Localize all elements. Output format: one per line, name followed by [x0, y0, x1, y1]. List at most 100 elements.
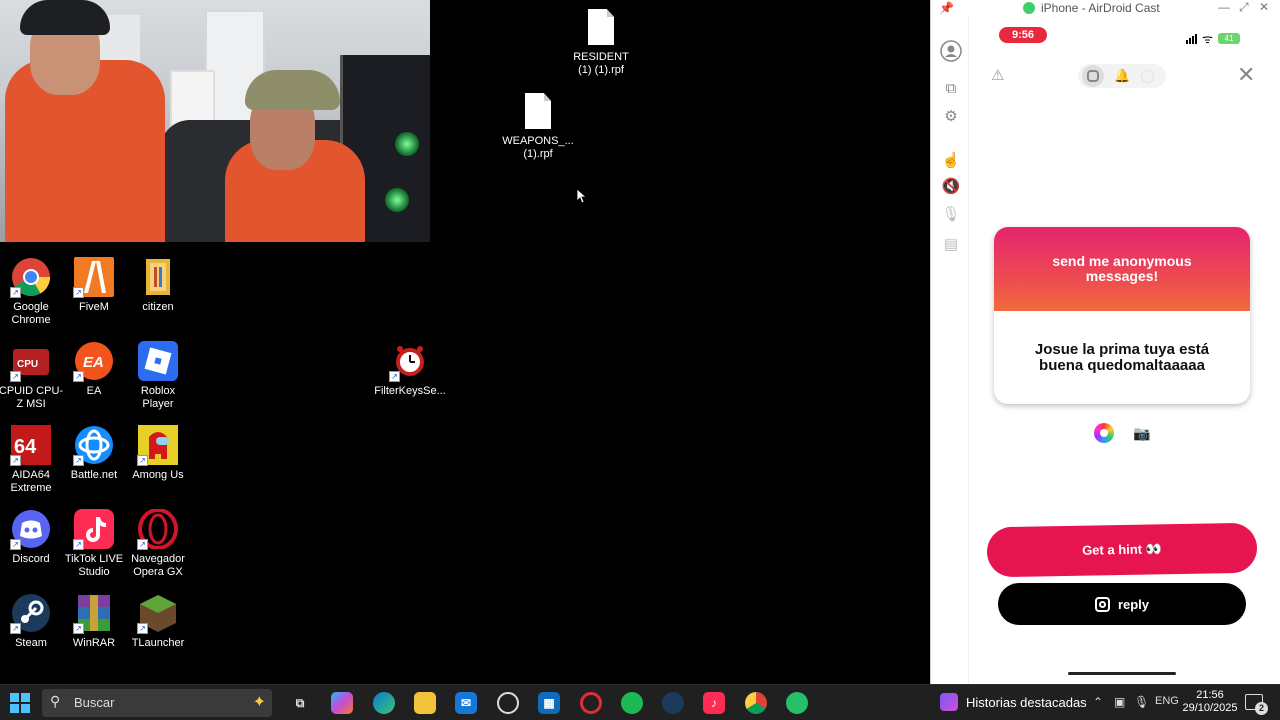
desktop-icon-ea[interactable]: EA ↗ EA [61, 340, 127, 398]
webcam-overlay [0, 0, 430, 242]
svg-text:CPU: CPU [17, 359, 38, 370]
copilot-icon[interactable] [331, 692, 353, 714]
widgets-label: Historias destacadas [966, 694, 1087, 710]
widgets-icon [940, 693, 958, 711]
file-icon [525, 93, 551, 129]
widgets-news[interactable]: Historias destacadas [940, 693, 1087, 711]
microphone-icon[interactable]: 🎙 [1134, 695, 1149, 709]
airdroid-logo-icon [1023, 2, 1035, 14]
windows-start-icon[interactable] [10, 693, 30, 713]
phone-status-icons: ᯤ 41 [1186, 30, 1240, 47]
shortcut-arrow-icon: ↗ [137, 455, 148, 466]
desktop-icon-opera-gx[interactable]: ↗ Navegador Opera GX [125, 508, 191, 579]
minimize-icon[interactable]: — [1218, 0, 1230, 14]
warning-icon[interactable]: ⚠ [991, 66, 1004, 84]
clock-time: 21:56 [1196, 689, 1224, 701]
desktop-icon-tlauncher[interactable]: ↗ TLauncher [125, 592, 191, 650]
shortcut-arrow-icon: ↗ [10, 455, 21, 466]
card-message: Josue la prima tuya está buena quedomalt… [1034, 340, 1210, 374]
shortcut-arrow-icon: ↗ [73, 539, 84, 550]
clock-date: 29/10/2025 [1182, 702, 1238, 714]
desktop-icon-fivem[interactable]: ↗ FiveM [61, 256, 127, 314]
user-profile-icon[interactable] [940, 40, 962, 62]
desktop-icon-google-chrome[interactable]: ↗ Google Chrome [0, 256, 64, 327]
shortcut-arrow-icon: ↗ [73, 371, 84, 382]
close-icon[interactable]: ✕ [1237, 62, 1255, 88]
roblox-icon [138, 341, 178, 381]
pc-fan [385, 188, 409, 212]
phone-time: 9:56 [999, 27, 1047, 43]
desktop-file-label: WEAPONS_... (1).rpf [502, 135, 574, 160]
settings-gear-icon[interactable]: ⚙ [940, 106, 962, 128]
shortcut-arrow-icon: ↗ [10, 287, 21, 298]
shortcut-arrow-icon: ↗ [73, 455, 84, 466]
chevron-up-icon[interactable]: ⌃ [1093, 695, 1103, 709]
mail-icon[interactable]: ✉ [455, 692, 477, 714]
task-view-icon[interactable]: ⧉ [289, 692, 311, 714]
phone-screen: 9:56 ᯤ 41 ⚠ 🔔 ◯ ✕ send me anonymous mess… [970, 16, 1280, 684]
shortcut-arrow-icon: ↗ [389, 371, 400, 382]
close-icon[interactable]: ✕ [1259, 0, 1269, 14]
tiktok-icon[interactable]: ♪ [703, 692, 725, 714]
person-right-cap [245, 70, 340, 110]
desktop-icon-roblox[interactable]: Roblox Player [125, 340, 191, 411]
opera-gx-icon[interactable] [580, 692, 602, 714]
file-transfer-icon[interactable]: ▤ [940, 234, 962, 256]
home-indicator[interactable] [1068, 672, 1176, 675]
clock-app-icon[interactable] [497, 692, 519, 714]
anonymous-message-card: send me anonymous messages! Josue la pri… [994, 227, 1250, 404]
notification-count: 2 [1255, 702, 1268, 715]
shortcut-arrow-icon: ↗ [137, 539, 148, 550]
microphone-muted-icon[interactable]: 🎙 [940, 204, 962, 226]
camera-icon[interactable]: 📷 [1133, 425, 1150, 442]
speaker-muted-icon[interactable]: 🔇 [940, 176, 962, 198]
window-titlebar[interactable]: 📌 iPhone - AirDroid Cast — ⤢ ✕ [931, 0, 1280, 16]
microsoft-store-icon[interactable]: ▦ [538, 692, 560, 714]
search-placeholder: Buscar [74, 695, 115, 710]
airdroid-icon[interactable] [786, 692, 808, 714]
steam-icon[interactable] [662, 692, 684, 714]
reply-button[interactable]: reply [998, 583, 1246, 625]
card-header: send me anonymous messages! [994, 227, 1250, 311]
notification-center-icon[interactable]: 2 [1245, 694, 1268, 715]
desktop-icon-battlenet[interactable]: ↗ Battle.net [61, 424, 127, 482]
pin-icon[interactable]: 📌 [939, 1, 954, 15]
taskbar-search[interactable]: ⚲ Buscar ✦ [42, 689, 272, 717]
window-title: iPhone - AirDroid Cast [1041, 1, 1160, 15]
desktop-icon-steam[interactable]: ↗ Steam [0, 592, 64, 650]
chrome-icon[interactable] [745, 692, 767, 714]
device-icon[interactable]: ▣ [1114, 695, 1125, 709]
desktop-file-weapons[interactable]: WEAPONS_... (1).rpf [502, 90, 574, 161]
desktop-icon-winrar[interactable]: ↗ WinRAR [61, 592, 127, 650]
spotify-icon[interactable] [621, 692, 643, 714]
desktop-icon-among-us[interactable]: ↗ Among Us [125, 424, 191, 482]
screen-record-icon[interactable]: ⧉ [940, 78, 962, 100]
copilot-sparkle-icon: ✦ [252, 694, 266, 711]
desktop-icon-filterkeys[interactable]: ↗ FilterKeysSe... [372, 340, 448, 398]
desktop-icon-discord[interactable]: ↗ Discord [0, 508, 64, 566]
edge-icon[interactable] [373, 692, 395, 714]
touch-control-icon[interactable]: ☝ [940, 150, 962, 172]
desktop-file-label: RESIDENT (1) (1).rpf [573, 51, 629, 76]
pc-fan [395, 132, 419, 156]
desktop: RESIDENT (1) (1).rpf WEAPONS_... (1).rpf… [0, 0, 930, 684]
instagram-icon[interactable] [1082, 65, 1104, 87]
desktop-icon-tiktok-live[interactable]: ↗ TikTok LIVE Studio [61, 508, 127, 579]
file-explorer-icon[interactable] [414, 692, 436, 714]
maximize-icon[interactable]: ⤢ [1239, 0, 1249, 15]
language-indicator[interactable]: ENG [1155, 695, 1179, 707]
desktop-icon-cpuz[interactable]: CPU ↗ CPUID CPU-Z MSI [0, 340, 64, 411]
taskbar-clock[interactable]: 21:56 29/10/2025 [1182, 689, 1238, 715]
shortcut-arrow-icon: ↗ [10, 539, 21, 550]
cellular-signal-icon [1186, 33, 1197, 44]
desktop-icon-citizen[interactable]: citizen [125, 256, 191, 314]
instagram-icon [1094, 596, 1110, 612]
get-hint-button[interactable]: Get a hint 👀 [986, 522, 1258, 578]
color-wheel-icon[interactable] [1094, 423, 1114, 443]
desktop-file-resident[interactable]: RESIDENT (1) (1).rpf [568, 6, 634, 77]
shortcut-arrow-icon: ↗ [10, 623, 21, 634]
whatsapp-icon[interactable]: ◯ [1140, 68, 1155, 84]
desktop-icon-aida64[interactable]: 64 ↗ AIDA64 Extreme [0, 424, 64, 495]
bell-icon[interactable]: 🔔 [1114, 68, 1130, 84]
search-icon: ⚲ [50, 693, 61, 709]
